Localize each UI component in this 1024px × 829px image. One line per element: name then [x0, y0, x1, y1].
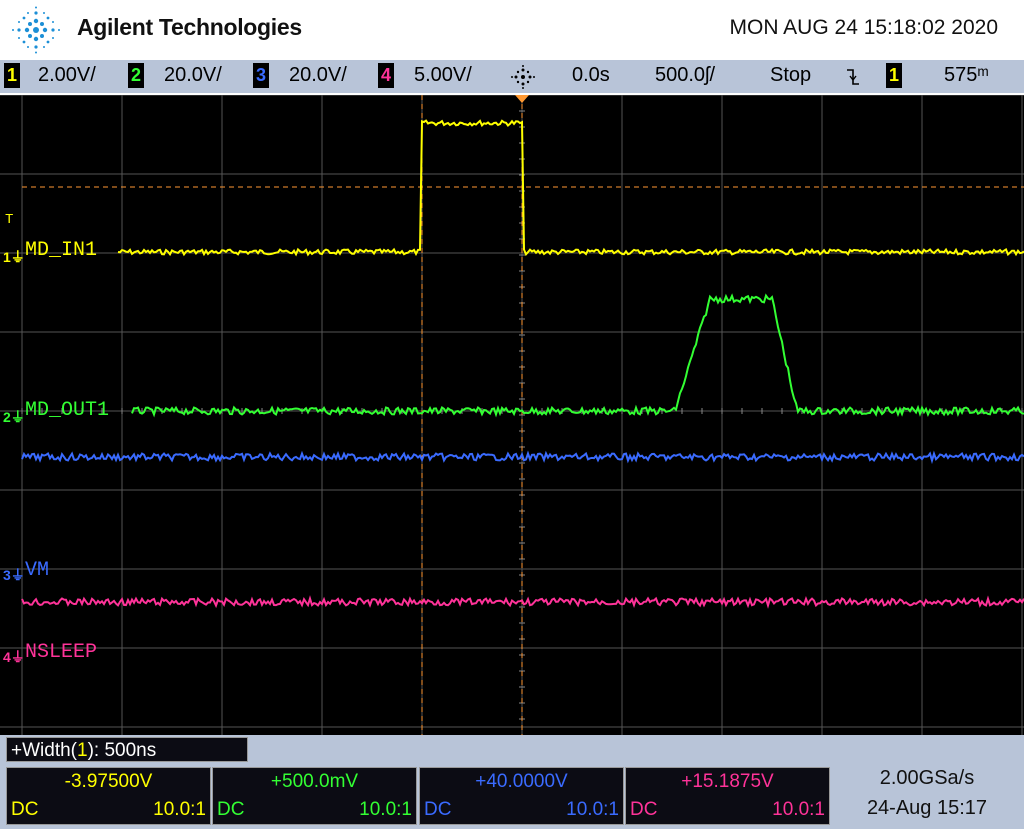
trigger-position-marker	[515, 95, 529, 103]
falling-edge-icon[interactable]	[846, 67, 860, 87]
ch3-scale[interactable]: 20.0V/	[289, 64, 347, 87]
ch1-number-badge[interactable]: 1	[4, 63, 20, 88]
measurement-channel: 1	[77, 740, 88, 761]
traces	[21, 119, 1024, 609]
trigger-level-marker: T	[5, 212, 14, 228]
measurement-label-post: ): 500ns	[87, 740, 157, 761]
ch2-scale[interactable]: 20.0V/	[164, 64, 222, 87]
run-state[interactable]: Stop	[770, 64, 811, 87]
ch4-probe-ratio: 10.0:1	[772, 799, 825, 820]
waveform-display[interactable]: T 1⏚ MD_IN1 2⏚ MD_OUT1 3⏚ VM 4⏚ NSLEEP	[0, 95, 1024, 735]
ch2-readout[interactable]: +500.0mV DC 10.0:1	[212, 767, 417, 825]
ch4-label: NSLEEP	[25, 641, 98, 664]
ch3-offset-value: +40.0000V	[475, 771, 568, 792]
header: Agilent Technologies MON AUG 24 15:18:02…	[0, 0, 1024, 60]
width-measurement[interactable]: +Width(1): 500ns	[6, 737, 248, 762]
ch2-trace	[131, 293, 1024, 418]
ch2-probe-ratio: 10.0:1	[359, 799, 412, 820]
ch4-number-badge[interactable]: 4	[378, 63, 394, 88]
ch2-number-badge[interactable]: 2	[128, 63, 144, 88]
acquisition-mode-icon[interactable]	[510, 64, 536, 90]
ch2-coupling: DC	[217, 799, 245, 820]
channel-readouts: -3.97500V DC 10.0:1 +500.0mV DC 10.0:1 +…	[0, 765, 1024, 829]
measurement-label-pre: +Width(	[11, 740, 77, 761]
ch4-trace	[21, 595, 1024, 609]
waveform-plot	[0, 95, 1024, 735]
ch4-scale[interactable]: 5.00V/	[414, 64, 472, 87]
trigger-source-badge[interactable]: 1	[886, 63, 902, 88]
ch2-ground-icon: 2⏚	[3, 409, 25, 425]
ch1-scale[interactable]: 2.00V/	[38, 64, 96, 87]
ch1-trace	[117, 119, 1024, 257]
ch3-number-badge[interactable]: 3	[253, 63, 269, 88]
ch4-ground-icon: 4⏚	[3, 649, 25, 665]
ch3-label: VM	[25, 559, 50, 582]
ch3-probe-ratio: 10.0:1	[566, 799, 619, 820]
ch4-offset-value: +15.1875V	[681, 771, 774, 792]
ch3-readout[interactable]: +40.0000V DC 10.0:1	[419, 767, 624, 825]
ch2-label: MD_OUT1	[25, 399, 110, 422]
ch3-ground-icon: 3⏚	[3, 567, 25, 583]
timebase-scale[interactable]: 500.0ʃ/	[655, 64, 715, 87]
ch3-coupling: DC	[424, 799, 452, 820]
brand-name: Agilent Technologies	[77, 14, 302, 40]
ch1-coupling: DC	[11, 799, 39, 820]
ch1-ground-icon: 1⏚	[3, 249, 25, 265]
status-bar: 1 2.00V/ 2 20.0V/ 3 20.0V/ 4 5.00V/ 0.0s…	[0, 60, 1024, 93]
trigger-level[interactable]: 575ᵐ	[944, 64, 989, 87]
ch1-offset-value: -3.97500V	[64, 771, 153, 792]
ch4-readout[interactable]: +15.1875V DC 10.0:1	[625, 767, 830, 825]
ch1-readout[interactable]: -3.97500V DC 10.0:1	[6, 767, 211, 825]
ch4-coupling: DC	[630, 799, 658, 820]
ch1-label: MD_IN1	[25, 239, 98, 262]
date-time: MON AUG 24 15:18:02 2020	[729, 16, 999, 39]
ch1-probe-ratio: 10.0:1	[153, 799, 206, 820]
agilent-logo-icon	[12, 6, 60, 54]
trigger-position[interactable]: 0.0s	[572, 64, 610, 87]
capture-date: 24-Aug 15:17	[866, 797, 988, 819]
ch3-trace	[21, 450, 1024, 465]
sample-rate: 2.00GSa/s	[879, 767, 975, 789]
ch2-offset-value: +500.0mV	[270, 771, 359, 792]
